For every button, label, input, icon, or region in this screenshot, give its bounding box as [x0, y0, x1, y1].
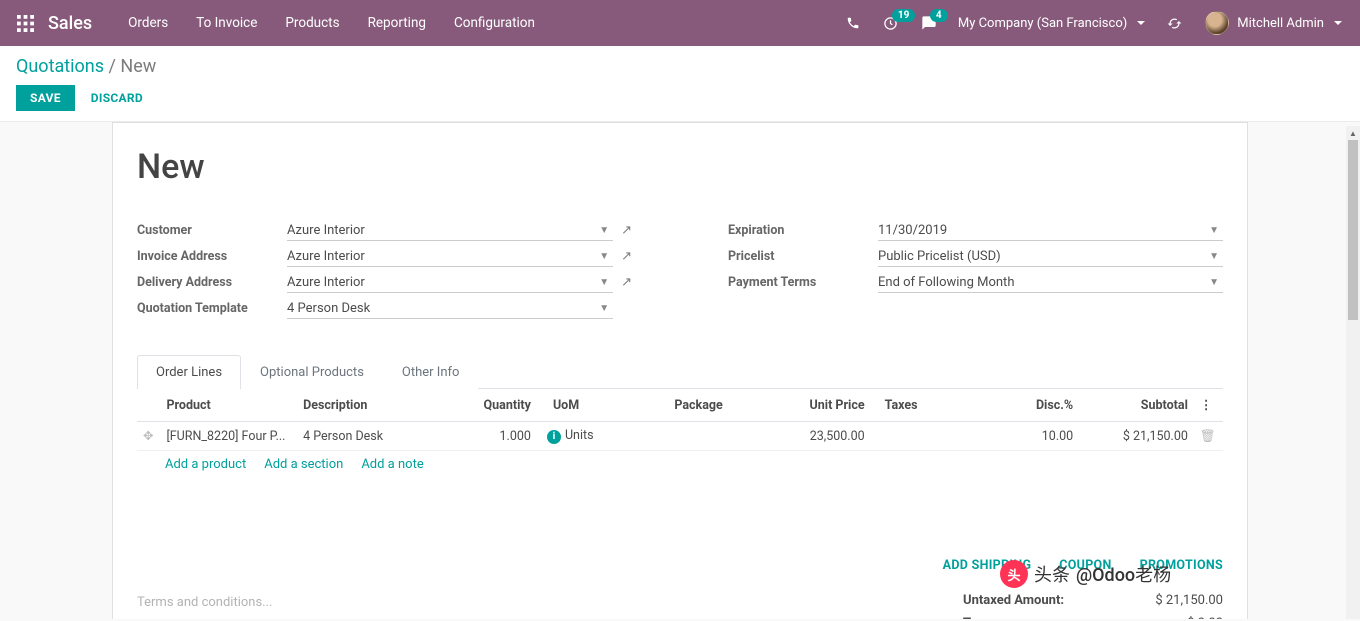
chevron-down-icon[interactable]: ▼	[1205, 251, 1223, 262]
tab-order-lines[interactable]: Order Lines	[137, 355, 241, 389]
chevron-down-icon[interactable]: ▼	[595, 277, 613, 288]
table-row[interactable]: ✥ [FURN_8220] Four P... 4 Person Desk 1.…	[137, 422, 1223, 451]
page-title: New	[137, 147, 1223, 187]
invoice-address-label: Invoice Address	[137, 249, 287, 264]
discard-button[interactable]: DISCARD	[91, 91, 143, 105]
chevron-down-icon[interactable]: ▼	[595, 251, 613, 262]
col-package: Package	[631, 389, 767, 422]
taxes-value: $ 0.00	[1187, 616, 1223, 619]
add-product-link[interactable]: Add a product	[165, 457, 246, 472]
menu-products[interactable]: Products	[271, 2, 353, 44]
customer-label: Customer	[137, 223, 287, 238]
payment-terms-field[interactable]: ▼	[878, 271, 1223, 293]
menu-configuration[interactable]: Configuration	[440, 2, 549, 44]
chevron-down-icon[interactable]: ▼	[1205, 277, 1223, 288]
company-name: My Company (San Francisco)	[958, 16, 1127, 31]
expiration-label: Expiration	[728, 223, 878, 238]
user-name: Mitchell Admin	[1237, 16, 1324, 31]
tab-other-info[interactable]: Other Info	[383, 355, 479, 389]
tabs: Order Lines Optional Products Other Info	[137, 355, 1223, 389]
cell-product[interactable]: [FURN_8220] Four P...	[166, 429, 286, 444]
watermark: 头 头条 @Odoo老杨	[1000, 560, 1171, 588]
menu-reporting[interactable]: Reporting	[354, 2, 440, 44]
cell-disc[interactable]: 10.00	[954, 422, 1079, 451]
watermark-icon: 头	[1000, 560, 1028, 588]
delivery-address-field[interactable]: ▼	[287, 271, 613, 293]
col-unit-price: Unit Price	[766, 389, 870, 422]
totals: Untaxed Amount: $ 21,150.00 Taxes: $ 0.00	[963, 589, 1223, 619]
cell-unit-price[interactable]: 23,500.00	[766, 422, 870, 451]
chevron-down-icon[interactable]: ▼	[595, 303, 613, 314]
col-uom: UoM	[537, 389, 631, 422]
line-add-actions: Add a product Add a section Add a note	[137, 451, 1223, 478]
breadcrumb-root[interactable]: Quotations	[16, 56, 104, 77]
col-subtotal: Subtotal	[1079, 389, 1194, 422]
col-product: Product	[160, 389, 297, 422]
user-menu[interactable]: Mitchell Admin	[1195, 11, 1352, 35]
chevron-down-icon	[1137, 21, 1145, 25]
save-button[interactable]: SAVE	[16, 85, 75, 111]
cell-taxes[interactable]	[871, 422, 954, 451]
menu-orders[interactable]: Orders	[114, 2, 182, 44]
control-panel: Quotations / New SAVE DISCARD	[0, 46, 1360, 122]
external-link-icon[interactable]: ↗	[613, 275, 632, 290]
scrollbar[interactable]: ▲	[1346, 126, 1360, 619]
pricelist-field[interactable]: ▼	[878, 245, 1223, 267]
tab-optional-products[interactable]: Optional Products	[241, 355, 383, 389]
kebab-icon[interactable]: ⋮	[1194, 389, 1223, 422]
add-note-link[interactable]: Add a note	[361, 457, 423, 472]
delivery-address-label: Delivery Address	[137, 275, 287, 290]
quotation-template-label: Quotation Template	[137, 301, 287, 316]
col-disc: Disc.%	[954, 389, 1079, 422]
apps-icon[interactable]	[8, 6, 42, 40]
breadcrumb: Quotations / New	[16, 56, 1344, 85]
external-link-icon[interactable]: ↗	[613, 223, 632, 238]
info-icon[interactable]: i	[547, 430, 561, 444]
col-description: Description	[297, 389, 453, 422]
external-link-icon[interactable]: ↗	[613, 249, 632, 264]
scrollbar-thumb[interactable]	[1348, 140, 1358, 320]
trash-icon[interactable]: 🗑	[1194, 422, 1223, 451]
top-menu: Orders To Invoice Products Reporting Con…	[114, 2, 549, 44]
customer-field[interactable]: ▼	[287, 219, 613, 241]
expiration-field[interactable]: ▼	[878, 219, 1223, 241]
activities-icon[interactable]: 19	[874, 6, 908, 40]
scroll-up-icon[interactable]: ▲	[1346, 126, 1360, 140]
cell-description[interactable]: 4 Person Desk	[297, 422, 453, 451]
breadcrumb-current: New	[120, 56, 156, 77]
chevron-down-icon[interactable]: ▼	[595, 225, 613, 236]
top-nav: Sales Orders To Invoice Products Reporti…	[0, 0, 1360, 46]
drag-handle-icon[interactable]: ✥	[137, 422, 160, 451]
chevron-down-icon	[1334, 21, 1342, 25]
col-taxes: Taxes	[871, 389, 954, 422]
payment-terms-label: Payment Terms	[728, 275, 878, 290]
add-section-link[interactable]: Add a section	[264, 457, 343, 472]
avatar	[1205, 11, 1229, 35]
chevron-down-icon[interactable]: ▼	[1205, 225, 1223, 236]
terms-input[interactable]: Terms and conditions...	[137, 589, 933, 610]
col-quantity: Quantity	[454, 389, 537, 422]
discuss-icon[interactable]: 4	[912, 6, 946, 40]
untaxed-label: Untaxed Amount:	[963, 593, 1064, 608]
company-switcher[interactable]: My Company (San Francisco)	[950, 16, 1153, 31]
cell-subtotal: $ 21,150.00	[1079, 422, 1194, 451]
form-sheet: New Customer ▼ ↗ Invoice Address ▼	[112, 122, 1248, 619]
taxes-label: Taxes:	[963, 616, 1001, 619]
untaxed-value: $ 21,150.00	[1155, 593, 1223, 608]
discuss-badge: 4	[930, 9, 948, 22]
pricelist-label: Pricelist	[728, 249, 878, 264]
invoice-address-field[interactable]: ▼	[287, 245, 613, 267]
order-lines-table: Product Description Quantity UoM Package…	[137, 389, 1223, 451]
cell-uom[interactable]: iUnits	[537, 422, 631, 451]
brand[interactable]: Sales	[42, 13, 114, 34]
cell-package[interactable]	[631, 422, 767, 451]
quotation-template-field[interactable]: ▼	[287, 297, 613, 319]
menu-to-invoice[interactable]: To Invoice	[182, 2, 271, 44]
debug-icon[interactable]	[1157, 6, 1191, 40]
cell-quantity[interactable]: 1.000	[454, 422, 537, 451]
phone-icon[interactable]	[836, 6, 870, 40]
